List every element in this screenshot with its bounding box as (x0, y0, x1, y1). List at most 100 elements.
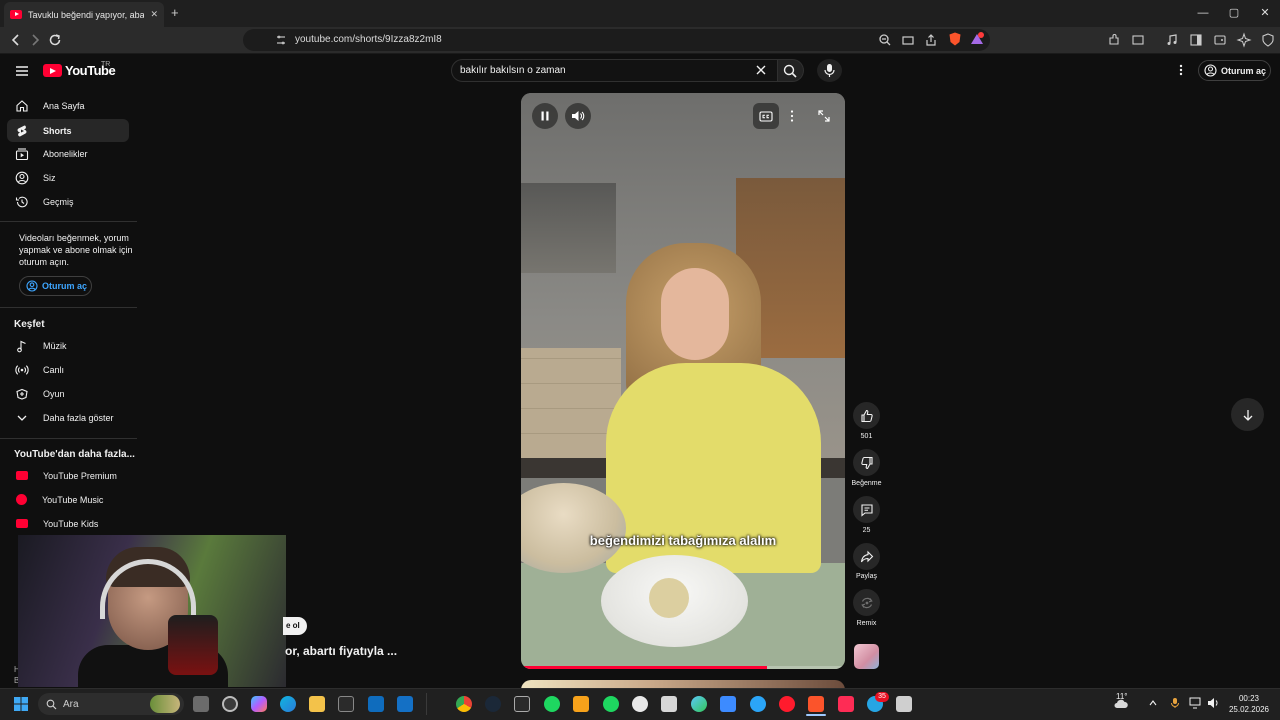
sidebar-toggle-icon[interactable] (1188, 32, 1204, 48)
video-person-face (661, 268, 729, 360)
site-info-icon[interactable] (273, 32, 289, 48)
volume-button[interactable] (565, 103, 591, 129)
tray-network-icon[interactable] (1189, 697, 1203, 709)
tray-volume-icon[interactable] (1207, 697, 1221, 709)
sidebar-sign-in-button[interactable]: Oturum aç (19, 276, 92, 296)
sidebar-item-subscriptions[interactable]: Abonelikler (7, 142, 129, 165)
youtube-kids-icon (16, 519, 28, 528)
outlook-icon[interactable] (368, 696, 384, 712)
pause-button[interactable] (532, 103, 558, 129)
minimize-button[interactable]: — (1194, 5, 1212, 21)
account-circle-icon (26, 280, 38, 292)
video-progress-bar[interactable] (521, 666, 845, 669)
sidebar-item-home[interactable]: Ana Sayfa (7, 94, 129, 117)
url-text[interactable]: youtube.com/shorts/9Izza8z2mI8 (295, 34, 442, 45)
sound-thumbnail[interactable] (854, 644, 879, 669)
tray-microphone-icon[interactable] (1170, 697, 1180, 709)
wallet-icon[interactable] (1130, 32, 1146, 48)
captions-button[interactable] (753, 103, 779, 129)
like-button[interactable] (853, 402, 880, 429)
sidebar-sign-in-label: Oturum aç (42, 281, 88, 291)
obs-icon[interactable] (632, 696, 648, 712)
sign-in-label: Oturum aç (1221, 65, 1267, 76)
copilot-icon[interactable] (251, 696, 267, 712)
sidebar-item-history[interactable]: Geçmiş (7, 190, 129, 213)
app-icon-2[interactable] (691, 696, 707, 712)
back-icon[interactable] (8, 32, 24, 48)
maximize-button[interactable]: ▢ (1225, 5, 1243, 21)
tiktok-icon[interactable] (838, 696, 854, 712)
search-button[interactable] (778, 59, 804, 82)
store-icon[interactable] (338, 696, 354, 712)
file-explorer-icon[interactable] (309, 696, 325, 712)
brave-taskbar-icon[interactable] (808, 696, 824, 712)
app-icon-1[interactable] (661, 696, 677, 712)
browser-tab[interactable]: Tavuklu beğendi yapıyor, abartı ✕ (4, 2, 164, 27)
account-circle-icon (1204, 64, 1217, 77)
vpn-shield-icon[interactable] (1260, 32, 1276, 48)
sidebar-item-youtube-music[interactable]: YouTube Music (7, 488, 129, 511)
spotify-alt-icon[interactable] (544, 696, 560, 712)
outlook-new-icon[interactable] (397, 696, 413, 712)
player-more-options-icon[interactable] (789, 109, 795, 123)
tray-chevron-up-icon[interactable] (1148, 698, 1158, 708)
reload-icon[interactable] (47, 32, 63, 48)
epic-games-icon[interactable] (514, 696, 530, 712)
new-tab-button[interactable]: + (171, 5, 179, 20)
app-icon-3[interactable] (720, 696, 736, 712)
fullscreen-icon[interactable] (817, 109, 831, 123)
share-button[interactable] (853, 543, 880, 570)
task-view-icon[interactable] (193, 696, 209, 712)
clear-search-icon[interactable] (754, 63, 768, 77)
sidebar-item-gaming[interactable]: Oyun (7, 382, 129, 405)
comments-button[interactable] (853, 496, 880, 523)
sidebar-item-you[interactable]: Siz (7, 166, 129, 189)
extensions-icon[interactable] (1106, 32, 1122, 48)
spotify-icon[interactable] (603, 696, 619, 712)
sign-in-button[interactable]: Oturum aç (1198, 60, 1271, 81)
edge-icon[interactable] (280, 696, 296, 712)
sidebar-item-youtube-premium[interactable]: YouTube Premium (7, 464, 129, 487)
subscribe-chip[interactable]: e ol (283, 617, 307, 635)
wallet-panel-icon[interactable] (1212, 32, 1228, 48)
sublime-icon[interactable] (573, 696, 589, 712)
widgets-icon[interactable] (222, 696, 238, 712)
share-page-icon[interactable] (923, 32, 939, 48)
zoom-icon[interactable] (877, 32, 893, 48)
media-icon[interactable] (1164, 32, 1180, 48)
app-icon-4[interactable] (750, 696, 766, 712)
settings-kebab-icon[interactable] (1175, 63, 1187, 77)
forward-icon[interactable] (27, 32, 43, 48)
opera-icon[interactable] (779, 696, 795, 712)
sidebar-item-live[interactable]: Canlı (7, 358, 129, 381)
windows-start-icon[interactable] (13, 696, 29, 712)
shorts-video-player[interactable]: beğendimizi tabağımıza alalım (521, 93, 845, 669)
sidebar-show-more[interactable]: Daha fazla göster (7, 406, 129, 429)
remix-button[interactable] (853, 589, 880, 616)
sidebar-item-youtube-kids[interactable]: YouTube Kids (7, 512, 129, 535)
brave-rewards-icon[interactable] (969, 31, 985, 47)
next-short-button[interactable] (1231, 398, 1264, 431)
steam-icon[interactable] (485, 696, 501, 712)
closed-captions-icon (759, 110, 773, 122)
search-input[interactable]: bakılır bakılsın o zaman (460, 65, 566, 76)
sidebar-item-shorts[interactable]: Shorts (7, 119, 129, 142)
leo-ai-icon[interactable] (1236, 32, 1252, 48)
window-close-button[interactable]: ✕ (1256, 5, 1274, 21)
video-scene-range-hood (521, 183, 616, 273)
app-icon-5[interactable] (896, 696, 912, 712)
taskbar-clock[interactable]: 00:23 25.02.2026 (1226, 693, 1272, 715)
brave-shields-icon[interactable] (947, 31, 963, 47)
voice-search-button[interactable] (817, 59, 842, 82)
hamburger-menu-icon[interactable] (14, 63, 30, 79)
cast-icon[interactable] (900, 32, 916, 48)
tab-close-icon[interactable]: ✕ (150, 9, 158, 20)
sidebar-item-music[interactable]: Müzik (7, 334, 129, 357)
chrome-icon[interactable] (456, 696, 472, 712)
dislike-label: Beğenme (851, 480, 882, 487)
country-code: TR (101, 61, 111, 68)
volume-icon (572, 111, 585, 121)
dislike-button[interactable] (853, 449, 880, 476)
taskbar-search-placeholder: Ara (63, 698, 79, 710)
arrow-down-icon (1243, 409, 1252, 421)
